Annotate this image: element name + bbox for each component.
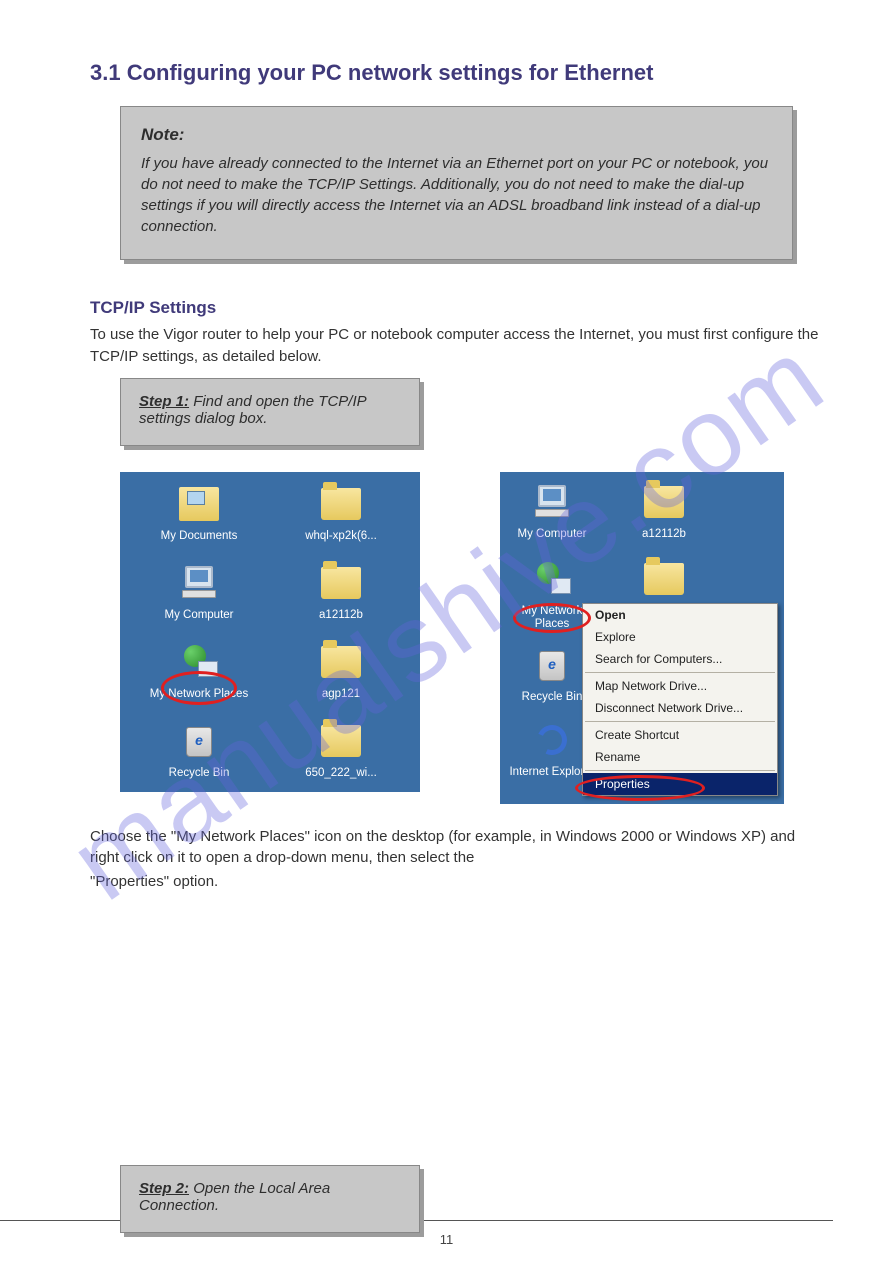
context-menu-item[interactable]: Open [583,604,777,626]
menu-item-label: Properties [595,777,650,791]
menu-item-label: Create Shortcut [595,728,679,742]
folder-icon [321,646,361,678]
note-box: Note: If you have already connected to t… [120,106,793,260]
context-menu-item[interactable]: Create Shortcut [583,724,777,746]
desktop-item-label: whql-xp2k(6... [305,530,377,543]
tcpip-settings-text: To use the Vigor router to help your PC … [90,324,823,368]
folder-icon [321,488,361,520]
page-container: 3.1 Configuring your PC network settings… [0,0,893,1263]
desktop-item-label: agp121 [322,688,360,701]
desktop-item[interactable]: 650_222_wi... [270,719,412,780]
below-screenshots-text-1: Choose the "My Network Places" icon on t… [90,826,823,870]
menu-item-label: Rename [595,750,640,764]
desktop-item-label: My Computer [517,528,586,541]
context-menu-item[interactable]: Search for Computers... [583,648,777,670]
context-menu: Open Explore Search for Computers... Map Ne… [582,603,778,796]
note-title: Note: [141,125,772,145]
my-network-places-icon [531,562,573,596]
context-menu-item[interactable]: Disconnect Network Drive... [583,697,777,719]
desktop-screenshot-1: My Documents whql-xp2k(6... My Computer a12… [120,472,420,793]
desktop-item-label: a12112b [319,609,363,622]
folder-icon [644,486,684,518]
menu-separator [585,721,775,722]
desktop-item-label: My Computer [164,609,233,622]
menu-item-label: Disconnect Network Drive... [595,701,743,715]
desktop-item[interactable]: My Documents [128,482,270,543]
my-documents-icon [179,487,219,521]
desktop-screenshot-2: My Computera12112bMy Network Placesagp12… [500,472,784,804]
section-heading: 3.1 Configuring your PC network settings… [90,60,823,86]
menu-item-label: Explore [595,630,636,644]
recycle-bin-icon [535,647,569,683]
my-network-places-icon [178,645,220,679]
step-2-label: Step 2: [139,1180,189,1197]
desktop-item[interactable]: My Network Places [128,640,270,701]
context-menu-item[interactable]: Explore [583,626,777,648]
desktop-item-label: Recycle Bin [522,691,583,704]
menu-separator [585,672,775,673]
recycle-bin-icon [182,723,216,759]
step-1-box: Step 1: Find and open the TCP/IP setting… [120,378,420,446]
menu-item-label: Map Network Drive... [595,679,707,693]
page-number: 11 [0,1232,893,1247]
step-1-label: Step 1: [139,393,189,410]
my-computer-icon [533,485,571,519]
desktop-item[interactable]: whql-xp2k(6... [270,482,412,543]
desktop-item[interactable]: a12112b [620,480,708,541]
desktop-item[interactable]: Recycle Bin [128,719,270,780]
screenshots-row: My Documents whql-xp2k(6... My Computer a12… [120,472,823,804]
note-text: If you have already connected to the Int… [141,153,772,237]
desktop-item-label: My Documents [161,530,238,543]
menu-item-label: Open [595,608,626,622]
desktop-item[interactable]: My Computer [508,480,596,541]
below-screenshots-text-2: "Properties" option. [90,871,823,893]
context-menu-item[interactable]: Rename [583,746,777,768]
tcpip-settings-title: TCP/IP Settings [90,298,823,318]
desktop-item-label: 650_222_wi... [305,767,377,780]
desktop-item[interactable]: My Computer [128,561,270,622]
folder-icon [644,563,684,595]
folder-icon [321,725,361,757]
internet-explorer-icon [535,723,569,757]
my-computer-icon [180,566,218,600]
desktop-item-label: Recycle Bin [169,767,230,780]
context-menu-item[interactable]: Map Network Drive... [583,675,777,697]
desktop-item-label: My Network Places [150,688,248,701]
desktop-item-label: a12112b [642,528,686,541]
step-2-box: Step 2: Open the Local Area Connection. [120,1165,420,1233]
context-menu-item[interactable]: Properties [583,773,777,795]
menu-item-label: Search for Computers... [595,652,722,666]
folder-icon [321,567,361,599]
desktop-item[interactable]: agp121 [270,640,412,701]
menu-separator [585,770,775,771]
desktop-item[interactable]: a12112b [270,561,412,622]
